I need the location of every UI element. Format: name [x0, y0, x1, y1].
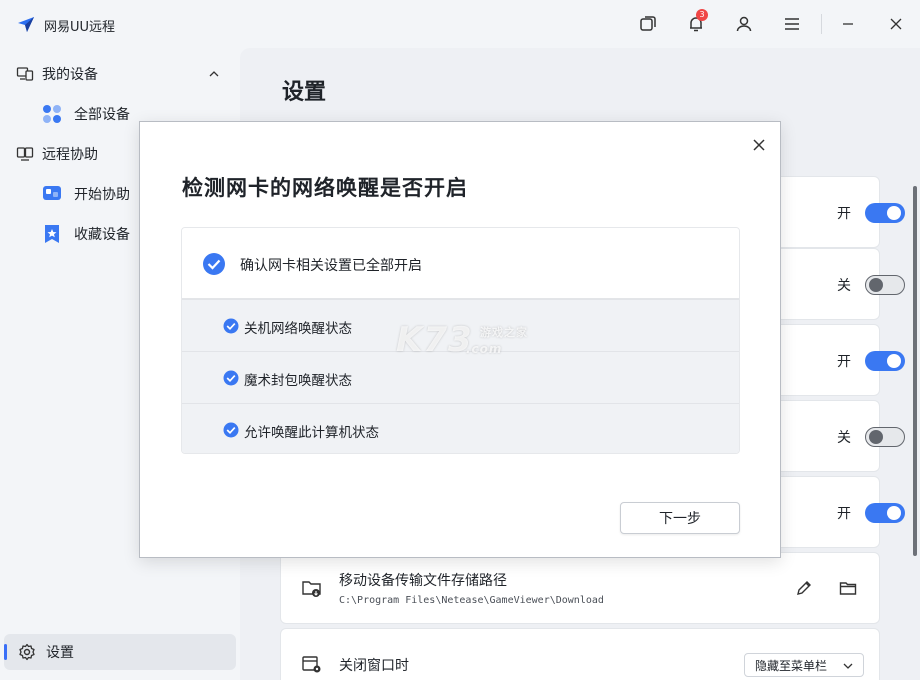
open-folder-icon[interactable] — [839, 579, 857, 597]
chevron-down-icon — [843, 663, 853, 669]
user-account-icon[interactable] — [732, 12, 756, 36]
check-circle-icon — [203, 253, 225, 275]
sub-check-label: 魔术封包唤醒状态 — [244, 373, 352, 389]
scrollbar[interactable] — [913, 186, 917, 556]
notification-bell-icon[interactable]: 3 — [684, 9, 708, 36]
toggle-state-label: 开 — [837, 354, 851, 370]
file-path-title: 移动设备传输文件存储路径 — [339, 573, 507, 589]
sub-check-label: 允许唤醒此计算机状态 — [244, 425, 379, 441]
sidebar-item-label: 开始协助 — [74, 187, 130, 203]
sidebar-group-label: 远程协助 — [42, 147, 98, 163]
minimize-icon[interactable] — [836, 12, 860, 36]
toggle-state-label: 关 — [837, 278, 851, 294]
active-indicator — [4, 644, 7, 660]
sidebar-item-start-assist[interactable]: 开始协助 — [42, 182, 130, 206]
sidebar-group-my-devices[interactable]: 我的设备 — [16, 62, 98, 86]
page-title: 设置 — [282, 80, 327, 105]
watermark-domain: .com — [466, 342, 503, 356]
window-gear-icon — [302, 656, 321, 673]
sidebar-group-remote-assist[interactable]: 远程协助 — [16, 142, 98, 166]
window-switch-icon[interactable] — [636, 12, 660, 36]
star-bookmark-icon — [45, 225, 59, 243]
app-logo-icon — [18, 17, 34, 32]
remote-assist-icon — [16, 147, 34, 161]
toggle-state-label: 开 — [837, 206, 851, 222]
sidebar-group-label: 我的设备 — [42, 67, 98, 83]
watermark-sub: 游戏之家 — [480, 326, 528, 339]
gear-icon — [19, 643, 35, 661]
toggle-switch[interactable] — [865, 503, 905, 523]
toggle-switch[interactable] — [865, 203, 905, 223]
close-window-selected-value: 隐藏至菜单栏 — [755, 658, 828, 673]
sub-check-label: 关机网络唤醒状态 — [244, 321, 352, 337]
settings-label: 设置 — [46, 645, 74, 661]
watermark-text: K73 — [396, 320, 473, 360]
start-assist-icon — [43, 186, 61, 200]
toggle-state-label: 开 — [837, 506, 851, 522]
toggle-state-label: 关 — [837, 430, 851, 446]
close-window-card: 关闭窗口时 隐藏至菜单栏 — [280, 628, 880, 680]
sidebar-item-label: 收藏设备 — [74, 227, 130, 243]
check-circle-icon — [223, 422, 239, 438]
folder-download-icon — [302, 581, 321, 597]
close-window-title: 关闭窗口时 — [339, 658, 409, 674]
edit-pencil-icon[interactable] — [795, 579, 813, 597]
titlebar-divider — [821, 14, 822, 34]
chevron-up-icon[interactable] — [208, 68, 220, 80]
file-path-card: 移动设备传输文件存储路径 C:\Program Files\Netease\Ga… — [280, 552, 880, 624]
next-step-button[interactable]: 下一步 — [620, 502, 740, 534]
notification-badge: 3 — [696, 9, 708, 21]
toggle-switch[interactable] — [865, 275, 905, 295]
check-circle-icon — [223, 318, 239, 334]
main-check-label: 确认网卡相关设置已全部开启 — [240, 258, 422, 274]
toggle-switch[interactable] — [865, 427, 905, 447]
close-icon[interactable] — [750, 136, 768, 154]
close-window-icon[interactable] — [884, 12, 908, 36]
menu-icon[interactable] — [780, 12, 804, 36]
main-check-row: 确认网卡相关设置已全部开启 — [182, 228, 739, 299]
title-bar: 网易UU远程 3 — [0, 0, 920, 48]
sidebar-item-settings[interactable]: 设置 — [4, 634, 236, 670]
file-path-value: C:\Program Files\Netease\GameViewer\Down… — [339, 595, 604, 606]
grid-apps-icon — [43, 105, 61, 123]
dialog-title: 检测网卡的网络唤醒是否开启 — [182, 176, 468, 200]
sidebar-item-label: 全部设备 — [74, 107, 130, 123]
watermark-logo: K73 游戏之家 .com — [396, 320, 527, 360]
sub-check-row: 允许唤醒此计算机状态 — [182, 403, 739, 453]
devices-icon — [16, 67, 34, 81]
toggle-switch[interactable] — [865, 351, 905, 371]
check-circle-icon — [223, 370, 239, 386]
sidebar-item-favorite-devices[interactable]: 收藏设备 — [42, 222, 130, 246]
app-title: 网易UU远程 — [44, 20, 116, 35]
sidebar-item-all-devices[interactable]: 全部设备 — [42, 102, 130, 126]
close-window-select[interactable]: 隐藏至菜单栏 — [744, 653, 864, 677]
